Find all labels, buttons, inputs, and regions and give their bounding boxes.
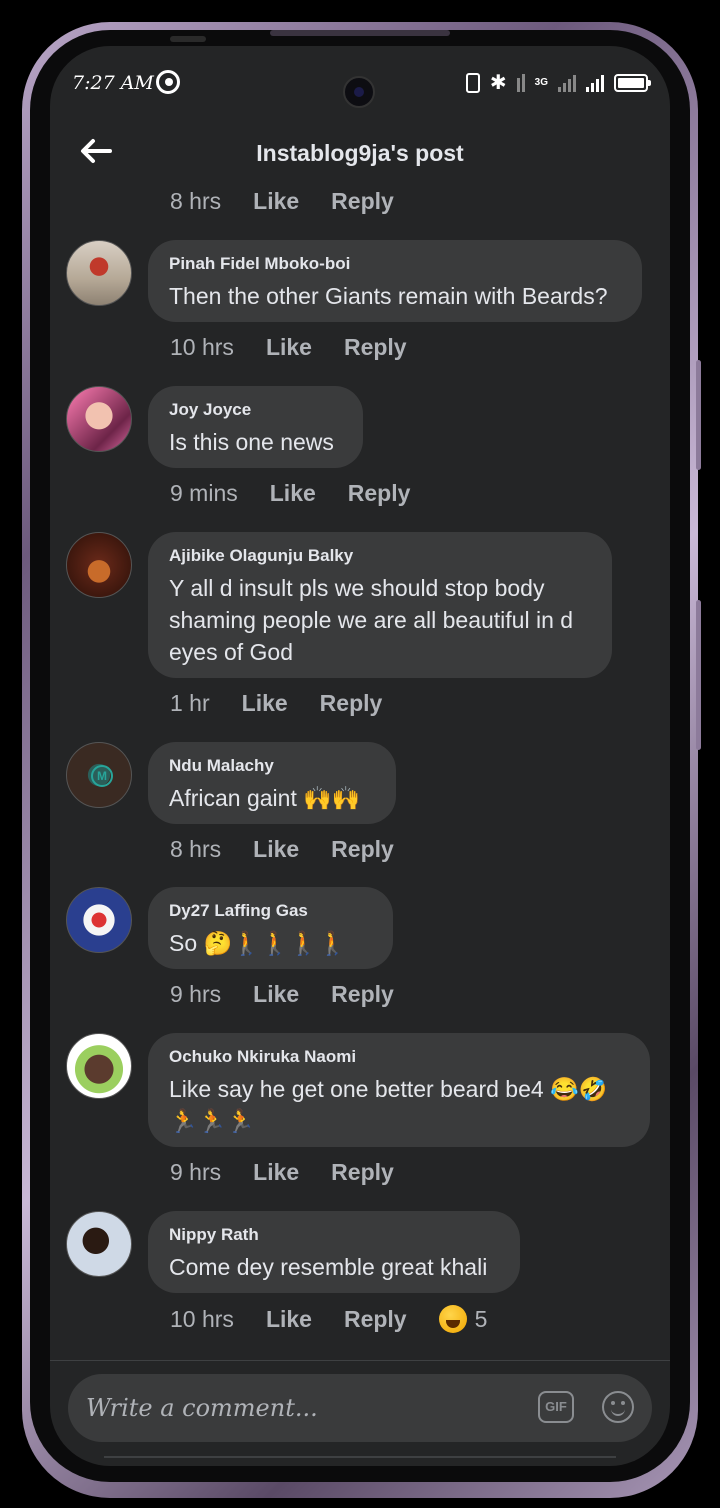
reply-button[interactable]: Reply xyxy=(331,981,394,1008)
comment-time: 10 hrs xyxy=(170,1305,234,1332)
comment-text: So 🤔🚶🚶🚶🚶 xyxy=(169,930,347,956)
comment-meta: 10 hrs Like Reply 5 xyxy=(170,1305,487,1333)
like-button[interactable]: Like xyxy=(253,1159,299,1186)
avatar[interactable] xyxy=(66,240,132,306)
commenter-name[interactable]: Pinah Fidel Mboko-boi xyxy=(169,254,620,274)
commenter-name[interactable]: Ndu Malachy xyxy=(169,756,374,776)
status-time: 7:27 AM xyxy=(72,72,154,94)
comment-input[interactable]: Write a comment... xyxy=(86,1394,318,1422)
like-button[interactable]: Like xyxy=(253,981,299,1008)
comment-time: 10 hrs xyxy=(170,334,234,360)
commenter-name[interactable]: Joy Joyce xyxy=(169,400,341,420)
sensor-slot xyxy=(170,36,206,42)
logo-m-icon: M xyxy=(91,765,113,787)
comment-bubble[interactable]: Dy27 Laffing Gas So 🤔🚶🚶🚶🚶 xyxy=(148,887,393,969)
like-button[interactable]: Like xyxy=(270,480,316,507)
bluetooth-icon: ✱ xyxy=(489,72,507,94)
comment-text: Like say he get one better beard be4 😂🤣🏃… xyxy=(169,1076,608,1134)
comment-meta: 8 hrs Like Reply xyxy=(170,188,426,215)
avatar[interactable] xyxy=(66,1033,132,1099)
comment-meta: 10 hrs Like Reply xyxy=(170,334,439,361)
comment-time: 8 hrs xyxy=(170,836,222,862)
comment-time: 9 hrs xyxy=(170,981,222,1007)
whatsapp-icon xyxy=(156,70,180,94)
comment-bubble[interactable]: Nippy Rath Come dey resemble great khali xyxy=(148,1211,520,1293)
avatar[interactable] xyxy=(66,532,132,598)
comment-time: 1 hr xyxy=(170,690,210,716)
home-indicator xyxy=(104,1456,616,1458)
comment-composer[interactable]: Write a comment... GIF xyxy=(68,1374,652,1442)
commenter-name[interactable]: Ajibike Olagunju Balky xyxy=(169,546,590,566)
avatar[interactable] xyxy=(66,887,132,953)
volume-button xyxy=(696,360,701,470)
comment-bubble[interactable]: Pinah Fidel Mboko-boi Then the other Gia… xyxy=(148,240,642,322)
comment-time: 9 hrs xyxy=(170,1159,222,1185)
comment-meta: 9 hrs Like Reply xyxy=(170,981,426,1008)
like-button[interactable]: Like xyxy=(266,334,312,361)
comment-meta: 1 hr Like Reply xyxy=(170,690,414,717)
reply-button[interactable]: Reply xyxy=(344,1306,407,1333)
divider xyxy=(50,1360,670,1361)
screen: 7:27 AM ✱ 3G Instablog9ja's post 8 hrs L… xyxy=(50,46,670,1466)
reaction-count: 5 xyxy=(474,1305,488,1332)
signal-icon-2 xyxy=(586,74,604,92)
reply-button[interactable]: Reply xyxy=(344,334,407,361)
avatar[interactable] xyxy=(66,386,132,452)
power-button xyxy=(696,600,701,750)
avatar[interactable]: M xyxy=(66,742,132,808)
comment-meta: 8 hrs Like Reply xyxy=(170,836,426,863)
like-button[interactable]: Like xyxy=(253,836,299,863)
avatar[interactable] xyxy=(66,1211,132,1277)
comment-bubble[interactable]: Joy Joyce Is this one news xyxy=(148,386,363,468)
comment-bubble[interactable]: Ajibike Olagunju Balky Y all d insult pl… xyxy=(148,532,612,678)
header: Instablog9ja's post xyxy=(50,122,670,188)
comment-bubble[interactable]: Ndu Malachy African gaint 🙌🙌 xyxy=(148,742,396,824)
comment-text: Y all d insult pls we should stop body s… xyxy=(169,575,574,665)
commenter-name[interactable]: Dy27 Laffing Gas xyxy=(169,901,371,921)
reply-button[interactable]: Reply xyxy=(348,480,411,507)
comment-text: Come dey resemble great khali xyxy=(169,1254,488,1280)
commenter-name[interactable]: Nippy Rath xyxy=(169,1225,498,1245)
comment-meta: 9 mins Like Reply xyxy=(170,480,442,507)
like-button[interactable]: Like xyxy=(266,1306,312,1333)
network-type: 3G xyxy=(534,76,548,88)
reply-button[interactable]: Reply xyxy=(331,1159,394,1186)
vibrate-icon xyxy=(465,72,480,93)
comment-text: African gaint 🙌🙌 xyxy=(169,785,361,811)
battery-icon xyxy=(614,73,651,92)
comment-time: 9 mins xyxy=(170,480,238,506)
reply-button[interactable]: Reply xyxy=(331,836,394,863)
comment-bubble[interactable]: Ochuko Nkiruka Naomi Like say he get one… xyxy=(148,1033,650,1147)
speaker-slot xyxy=(270,30,450,36)
comment-meta: 9 hrs Like Reply xyxy=(170,1159,426,1186)
status-bar: 7:27 AM ✱ 3G xyxy=(50,46,670,122)
reaction-summary[interactable]: 5 xyxy=(438,1305,488,1333)
data-arrows-icon xyxy=(516,73,525,92)
status-icons: ✱ 3G xyxy=(465,70,651,95)
signal-icon-1 xyxy=(558,74,576,92)
comment-time: 8 hrs xyxy=(170,188,222,214)
comment-text: Then the other Giants remain with Beards… xyxy=(169,283,608,309)
emoji-icon[interactable] xyxy=(602,1391,634,1423)
front-camera xyxy=(343,76,375,108)
like-button[interactable]: Like xyxy=(253,188,299,215)
gif-button[interactable]: GIF xyxy=(538,1391,574,1423)
reply-button[interactable]: Reply xyxy=(320,690,383,717)
like-button[interactable]: Like xyxy=(242,690,288,717)
haha-reaction-icon xyxy=(438,1305,467,1333)
page-title: Instablog9ja's post xyxy=(256,140,464,166)
reply-button[interactable]: Reply xyxy=(331,188,394,215)
comment-text: Is this one news xyxy=(169,429,334,455)
commenter-name[interactable]: Ochuko Nkiruka Naomi xyxy=(169,1047,628,1067)
